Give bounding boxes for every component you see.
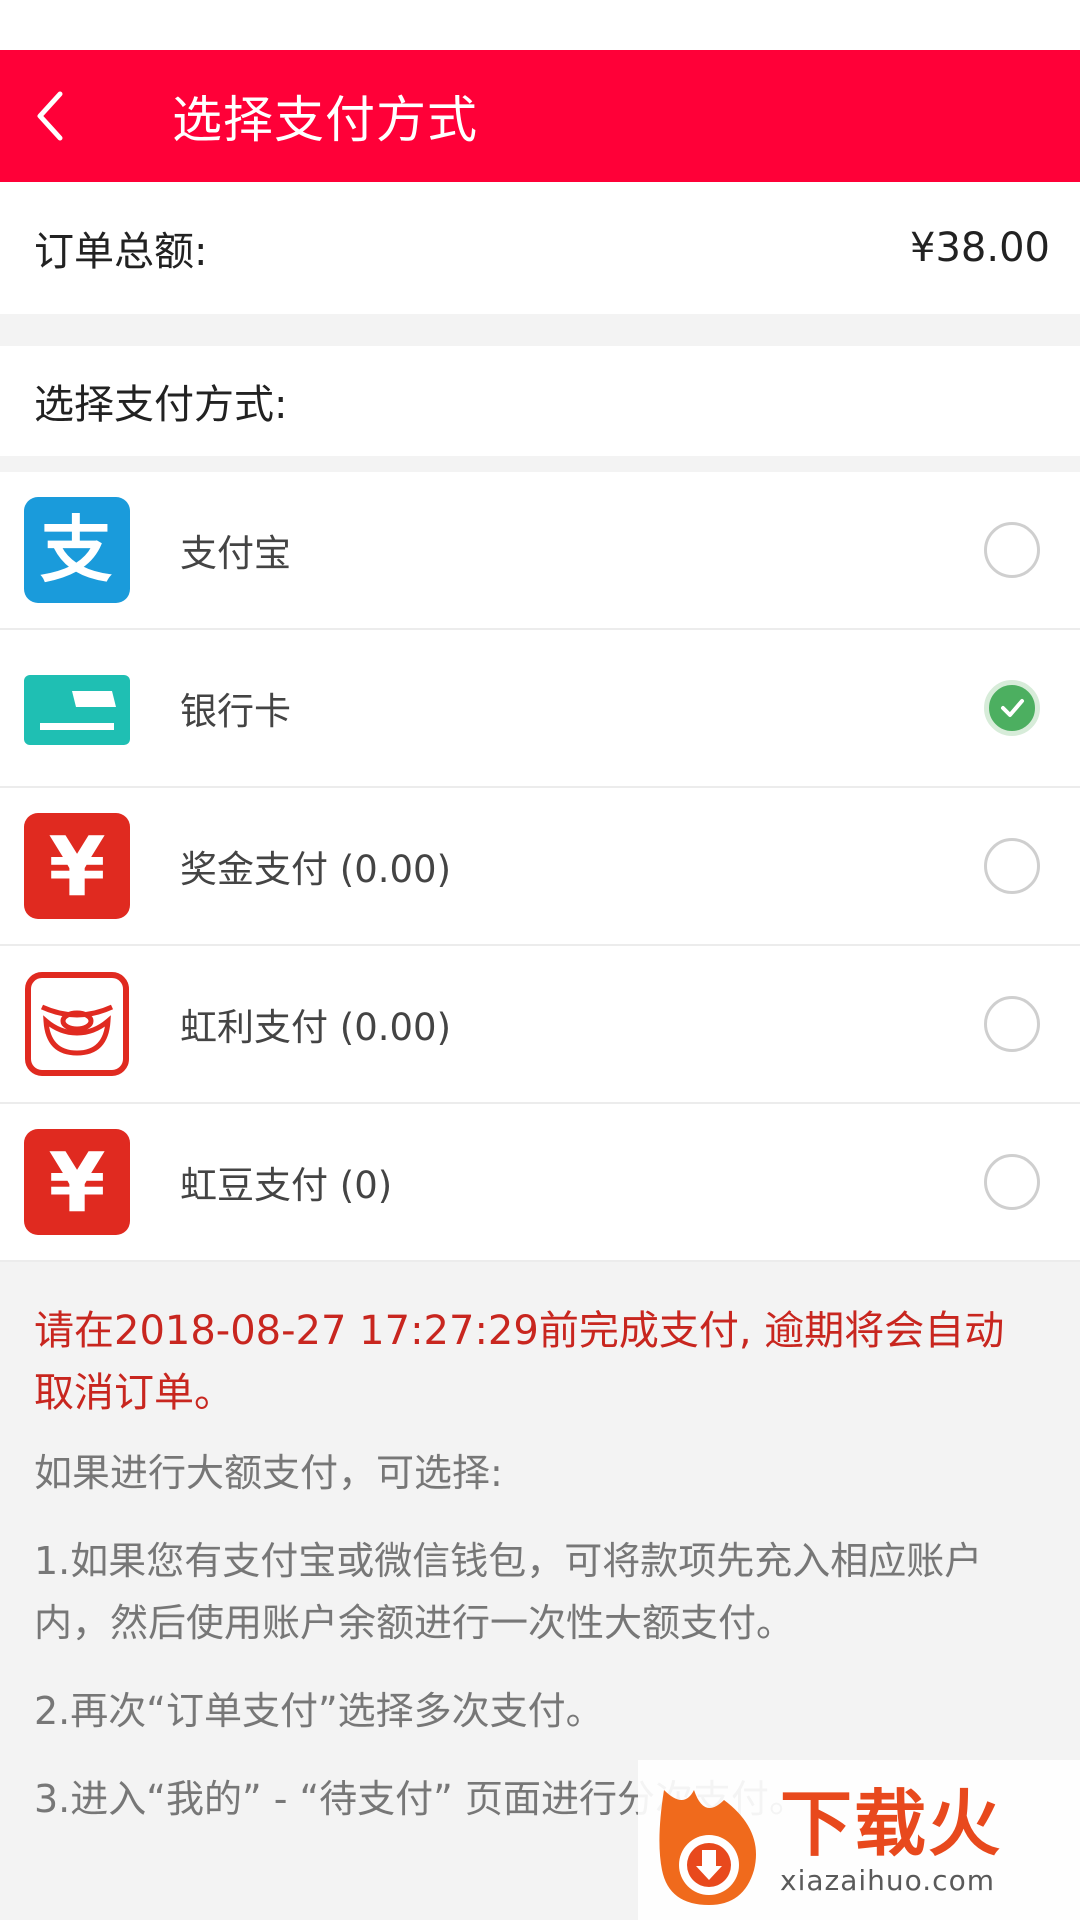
tip-item: 1.如果您有支付宝或微信钱包，可将款项先充入相应账户内，然后使用账户余额进行一次… bbox=[34, 1539, 983, 1645]
page-title: 选择支付方式 bbox=[172, 91, 478, 149]
ingot-icon bbox=[24, 971, 130, 1077]
tip-item: 2.再次“订单支付”选择多次支付。 bbox=[34, 1689, 604, 1733]
payment-method-label: 支付宝 bbox=[180, 532, 291, 575]
check-icon bbox=[1001, 699, 1024, 717]
watermark-domain: xiazaihuo.com bbox=[780, 1863, 995, 1897]
radio-unchecked[interactable] bbox=[984, 1154, 1040, 1210]
payment-method-hongli[interactable]: 虹利支付 (0.00) bbox=[0, 946, 1080, 1104]
app-header: 选择支付方式 bbox=[0, 50, 1080, 182]
svg-text:¥: ¥ bbox=[48, 820, 105, 915]
section-header: 选择支付方式: bbox=[0, 346, 1080, 456]
svg-text:支: 支 bbox=[40, 508, 112, 592]
large-payment-title: 如果进行大额支付，可选择: bbox=[34, 1451, 503, 1495]
order-total-label: 订单总额: bbox=[34, 229, 208, 275]
status-bar bbox=[0, 0, 1080, 51]
payment-method-label: 银行卡 bbox=[180, 690, 291, 733]
watermark-text: 下载火 bbox=[780, 1781, 1003, 1866]
payment-method-label: 奖金支付 (0.00) bbox=[180, 848, 452, 891]
deadline-warning: 请在2018-08-27 17:27:29前完成支付, 逾期将会自动取消订单。 bbox=[34, 1308, 1005, 1416]
back-button[interactable] bbox=[0, 50, 100, 182]
chevron-left-icon bbox=[37, 91, 63, 141]
payment-method-label: 虹豆支付 (0) bbox=[180, 1164, 393, 1207]
payment-method-label: 虹利支付 (0.00) bbox=[180, 1006, 452, 1049]
payment-method-alipay[interactable]: 支 支付宝 bbox=[0, 472, 1080, 630]
yen-icon: ¥ bbox=[24, 1129, 130, 1235]
radio-unchecked[interactable] bbox=[984, 838, 1040, 894]
yen-icon: ¥ bbox=[24, 813, 130, 919]
radio-unchecked[interactable] bbox=[984, 996, 1040, 1052]
radio-unchecked[interactable] bbox=[984, 522, 1040, 578]
svg-text:¥: ¥ bbox=[48, 1136, 105, 1231]
order-total-value: ¥38.00 bbox=[910, 225, 1050, 271]
order-total-row: 订单总额: ¥38.00 bbox=[0, 182, 1080, 314]
payment-method-list: 支 支付宝 银行卡 ¥ 奖金支付 (0.00) 虹利支付 (0.00) ¥ 虹豆… bbox=[0, 472, 1080, 1262]
section-label: 选择支付方式: bbox=[34, 382, 288, 428]
payment-method-bank-card[interactable]: 银行卡 bbox=[0, 630, 1080, 788]
radio-checked[interactable] bbox=[984, 680, 1040, 736]
flame-logo-icon bbox=[659, 1790, 756, 1905]
payment-method-bonus[interactable]: ¥ 奖金支付 (0.00) bbox=[0, 788, 1080, 946]
bank-card-icon bbox=[24, 655, 130, 761]
watermark: 下载火 xiazaihuo.com bbox=[638, 1760, 1080, 1920]
alipay-icon: 支 bbox=[24, 497, 130, 603]
payment-method-hongdou[interactable]: ¥ 虹豆支付 (0) bbox=[0, 1104, 1080, 1262]
